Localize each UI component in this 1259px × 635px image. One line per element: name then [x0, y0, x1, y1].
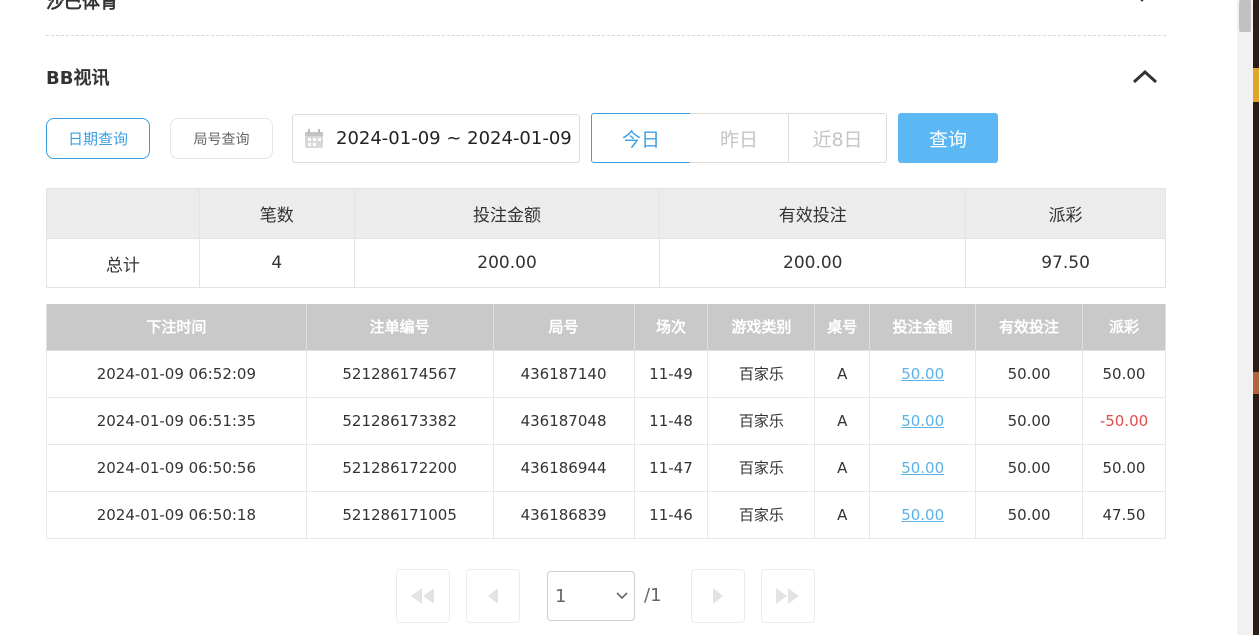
yesterday-button[interactable]: 昨日: [690, 113, 789, 163]
scrollbar-track[interactable]: [1237, 0, 1253, 635]
summary-header-bet-amount: 投注金额: [353, 188, 661, 239]
col-header-table-no: 桌号: [814, 304, 871, 351]
bet-amount-link[interactable]: 50.00: [869, 443, 977, 492]
session: 11-46: [633, 490, 709, 539]
page-select-value: 1: [555, 585, 567, 607]
bet-records-table: 下注时间 注单编号 局号 场次 游戏类别 桌号 投注金额 有效投注 派彩 202…: [46, 304, 1166, 539]
prev-section-title: 沙巴体育: [46, 0, 118, 13]
game-type: 百家乐: [707, 490, 816, 539]
bet-time: 2024-01-09 06:50:18: [46, 490, 307, 539]
section-title: BB视讯: [46, 68, 110, 89]
ticket-no: 521286174567: [305, 349, 494, 398]
summary-header-label: [46, 188, 200, 239]
valid-bet: 50.00: [975, 490, 1083, 539]
game-type: 百家乐: [707, 349, 816, 398]
ticket-no: 521286171005: [305, 490, 494, 539]
summary-total-label: 总计: [46, 238, 200, 288]
summary-header-valid-bet: 有效投注: [659, 188, 967, 239]
game-type: 百家乐: [707, 443, 816, 492]
date-range-picker[interactable]: 2024-01-09 ~ 2024-01-09: [292, 114, 580, 163]
ticket-no: 521286173382: [305, 396, 494, 445]
summary-valid-bet: 200.00: [659, 238, 967, 288]
today-button[interactable]: 今日: [591, 113, 691, 163]
table-no: A: [814, 396, 871, 445]
table-row: 2024-01-09 06:52:09 521286174567 4361871…: [46, 349, 1166, 398]
payout: 50.00: [1082, 349, 1166, 398]
col-header-bet-amount: 投注金额: [869, 304, 977, 351]
summary-header-count: 笔数: [198, 188, 355, 239]
last-page-button[interactable]: [761, 569, 815, 623]
section-divider: [46, 35, 1166, 36]
next-page-button[interactable]: [691, 569, 745, 623]
summary-count: 4: [198, 238, 355, 288]
chevron-up-icon[interactable]: [1132, 68, 1158, 84]
prev-page-button[interactable]: [466, 569, 520, 623]
table-row: 2024-01-09 06:51:35 521286173382 4361870…: [46, 396, 1166, 445]
col-header-bet-time: 下注时间: [46, 304, 307, 351]
chevron-right-icon: [713, 588, 723, 604]
valid-bet: 50.00: [975, 349, 1083, 398]
bet-time: 2024-01-09 06:51:35: [46, 396, 307, 445]
round-no: 436186944: [492, 443, 635, 492]
scrollbar-thumb[interactable]: [1239, 0, 1251, 32]
edge-decoration: [1253, 68, 1259, 102]
calendar-icon: [305, 128, 323, 148]
table-no: A: [814, 490, 871, 539]
table-no: A: [814, 349, 871, 398]
col-header-payout: 派彩: [1082, 304, 1166, 351]
payout: -50.00: [1082, 396, 1166, 445]
chevron-down-icon: [616, 592, 628, 600]
table-row: 2024-01-09 06:50:18 521286171005 4361868…: [46, 490, 1166, 539]
summary-table: 笔数 投注金额 有效投注 派彩 总计 4 200.00 200.00 97.50: [46, 188, 1166, 288]
double-chevron-right-icon: [776, 588, 799, 604]
round-no: 436187140: [492, 349, 635, 398]
col-header-game-type: 游戏类别: [707, 304, 816, 351]
page-total: /1: [644, 585, 662, 606]
summary-header-payout: 派彩: [965, 188, 1166, 239]
session: 11-47: [633, 443, 709, 492]
ticket-no: 521286172200: [305, 443, 494, 492]
last-8-days-button[interactable]: 近8日: [788, 113, 887, 163]
bet-amount-link[interactable]: 50.00: [869, 396, 977, 445]
game-type: 百家乐: [707, 396, 816, 445]
edge-decoration: [1253, 372, 1259, 394]
date-query-tab[interactable]: 日期查询: [46, 118, 150, 159]
page-select[interactable]: 1: [547, 571, 635, 621]
chevron-left-icon: [488, 588, 498, 604]
query-button[interactable]: 查询: [898, 113, 998, 163]
col-header-ticket-no: 注单编号: [305, 304, 494, 351]
records-header-row: 下注时间 注单编号 局号 场次 游戏类别 桌号 投注金额 有效投注 派彩: [46, 304, 1166, 351]
bet-time: 2024-01-09 06:50:56: [46, 443, 307, 492]
summary-header-row: 笔数 投注金额 有效投注 派彩: [46, 188, 1166, 239]
col-header-round-no: 局号: [492, 304, 635, 351]
round-no: 436187048: [492, 396, 635, 445]
valid-bet: 50.00: [975, 396, 1083, 445]
round-query-tab[interactable]: 局号查询: [170, 118, 273, 159]
bet-amount-link[interactable]: 50.00: [869, 349, 977, 398]
bet-amount-link[interactable]: 50.00: [869, 490, 977, 539]
table-no: A: [814, 443, 871, 492]
table-row: 2024-01-09 06:50:56 521286172200 4361869…: [46, 443, 1166, 492]
col-header-valid-bet: 有效投注: [975, 304, 1083, 351]
bet-time: 2024-01-09 06:52:09: [46, 349, 307, 398]
summary-payout: 97.50: [965, 238, 1166, 288]
col-header-session: 场次: [633, 304, 709, 351]
round-no: 436186839: [492, 490, 635, 539]
valid-bet: 50.00: [975, 443, 1083, 492]
session: 11-48: [633, 396, 709, 445]
first-page-button[interactable]: [396, 569, 450, 623]
summary-bet-amount: 200.00: [353, 238, 661, 288]
double-chevron-left-icon: [411, 588, 434, 604]
payout: 47.50: [1082, 490, 1166, 539]
chevron-down-icon[interactable]: [1134, 0, 1150, 4]
date-range-value: 2024-01-09 ~ 2024-01-09: [336, 128, 572, 149]
session: 11-49: [633, 349, 709, 398]
payout: 50.00: [1082, 443, 1166, 492]
summary-total-row: 总计 4 200.00 200.00 97.50: [46, 238, 1166, 288]
